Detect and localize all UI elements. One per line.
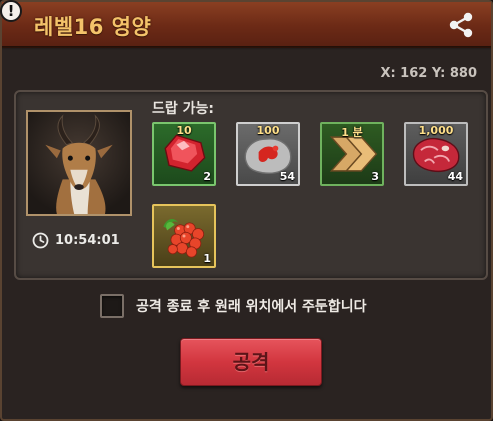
return-option-label: 공격 종료 후 원래 위치에서 주둔합니다 [136, 299, 367, 315]
share-icon[interactable] [447, 12, 475, 38]
item-quantity: 1 [203, 252, 211, 265]
info-icon[interactable]: ! [0, 0, 22, 22]
drop-label: 드랍 가능: [152, 101, 214, 117]
item-top-label: 1 분 [341, 126, 363, 139]
monster-info-dialog: 레벨16 영양 ! X: 162 Y: 880 10:54:01 드랍 가능: … [0, 0, 493, 421]
return-checkbox[interactable] [100, 294, 124, 318]
attack-button[interactable]: 공격 [180, 338, 322, 386]
item-quantity: 44 [447, 170, 463, 183]
item-top-label: 100 [256, 124, 280, 137]
drop-item-ruby[interactable]: 10 2 [152, 122, 216, 186]
clock-icon [32, 232, 49, 249]
drop-item-meat[interactable]: 1,000 44 [404, 122, 468, 186]
dialog-header: 레벨16 영양 [2, 2, 491, 50]
item-quantity: 3 [371, 170, 379, 183]
drop-item-ore[interactable]: 100 54 [236, 122, 300, 186]
dialog-title: 레벨16 영양 [34, 15, 152, 39]
coordinates-readout[interactable]: X: 162 Y: 880 [380, 66, 477, 81]
item-top-label: 1,000 [418, 124, 454, 137]
item-top-label: 10 [176, 124, 192, 137]
item-quantity: 54 [279, 170, 295, 183]
drop-item-raspberry[interactable]: 1 [152, 204, 216, 268]
drop-item-speedup[interactable]: 1 분 3 [320, 122, 384, 186]
monster-panel: 10:54:01 드랍 가능: 10 2 100 54 1 분 3 1,000 … [14, 90, 488, 280]
return-option-row[interactable]: 공격 종료 후 원래 위치에서 주둔합니다 [100, 294, 366, 318]
respawn-timer: 10:54:01 [32, 232, 120, 249]
item-quantity: 2 [203, 170, 211, 183]
antelope-portrait [26, 110, 132, 216]
timer-text: 10:54:01 [55, 233, 120, 248]
